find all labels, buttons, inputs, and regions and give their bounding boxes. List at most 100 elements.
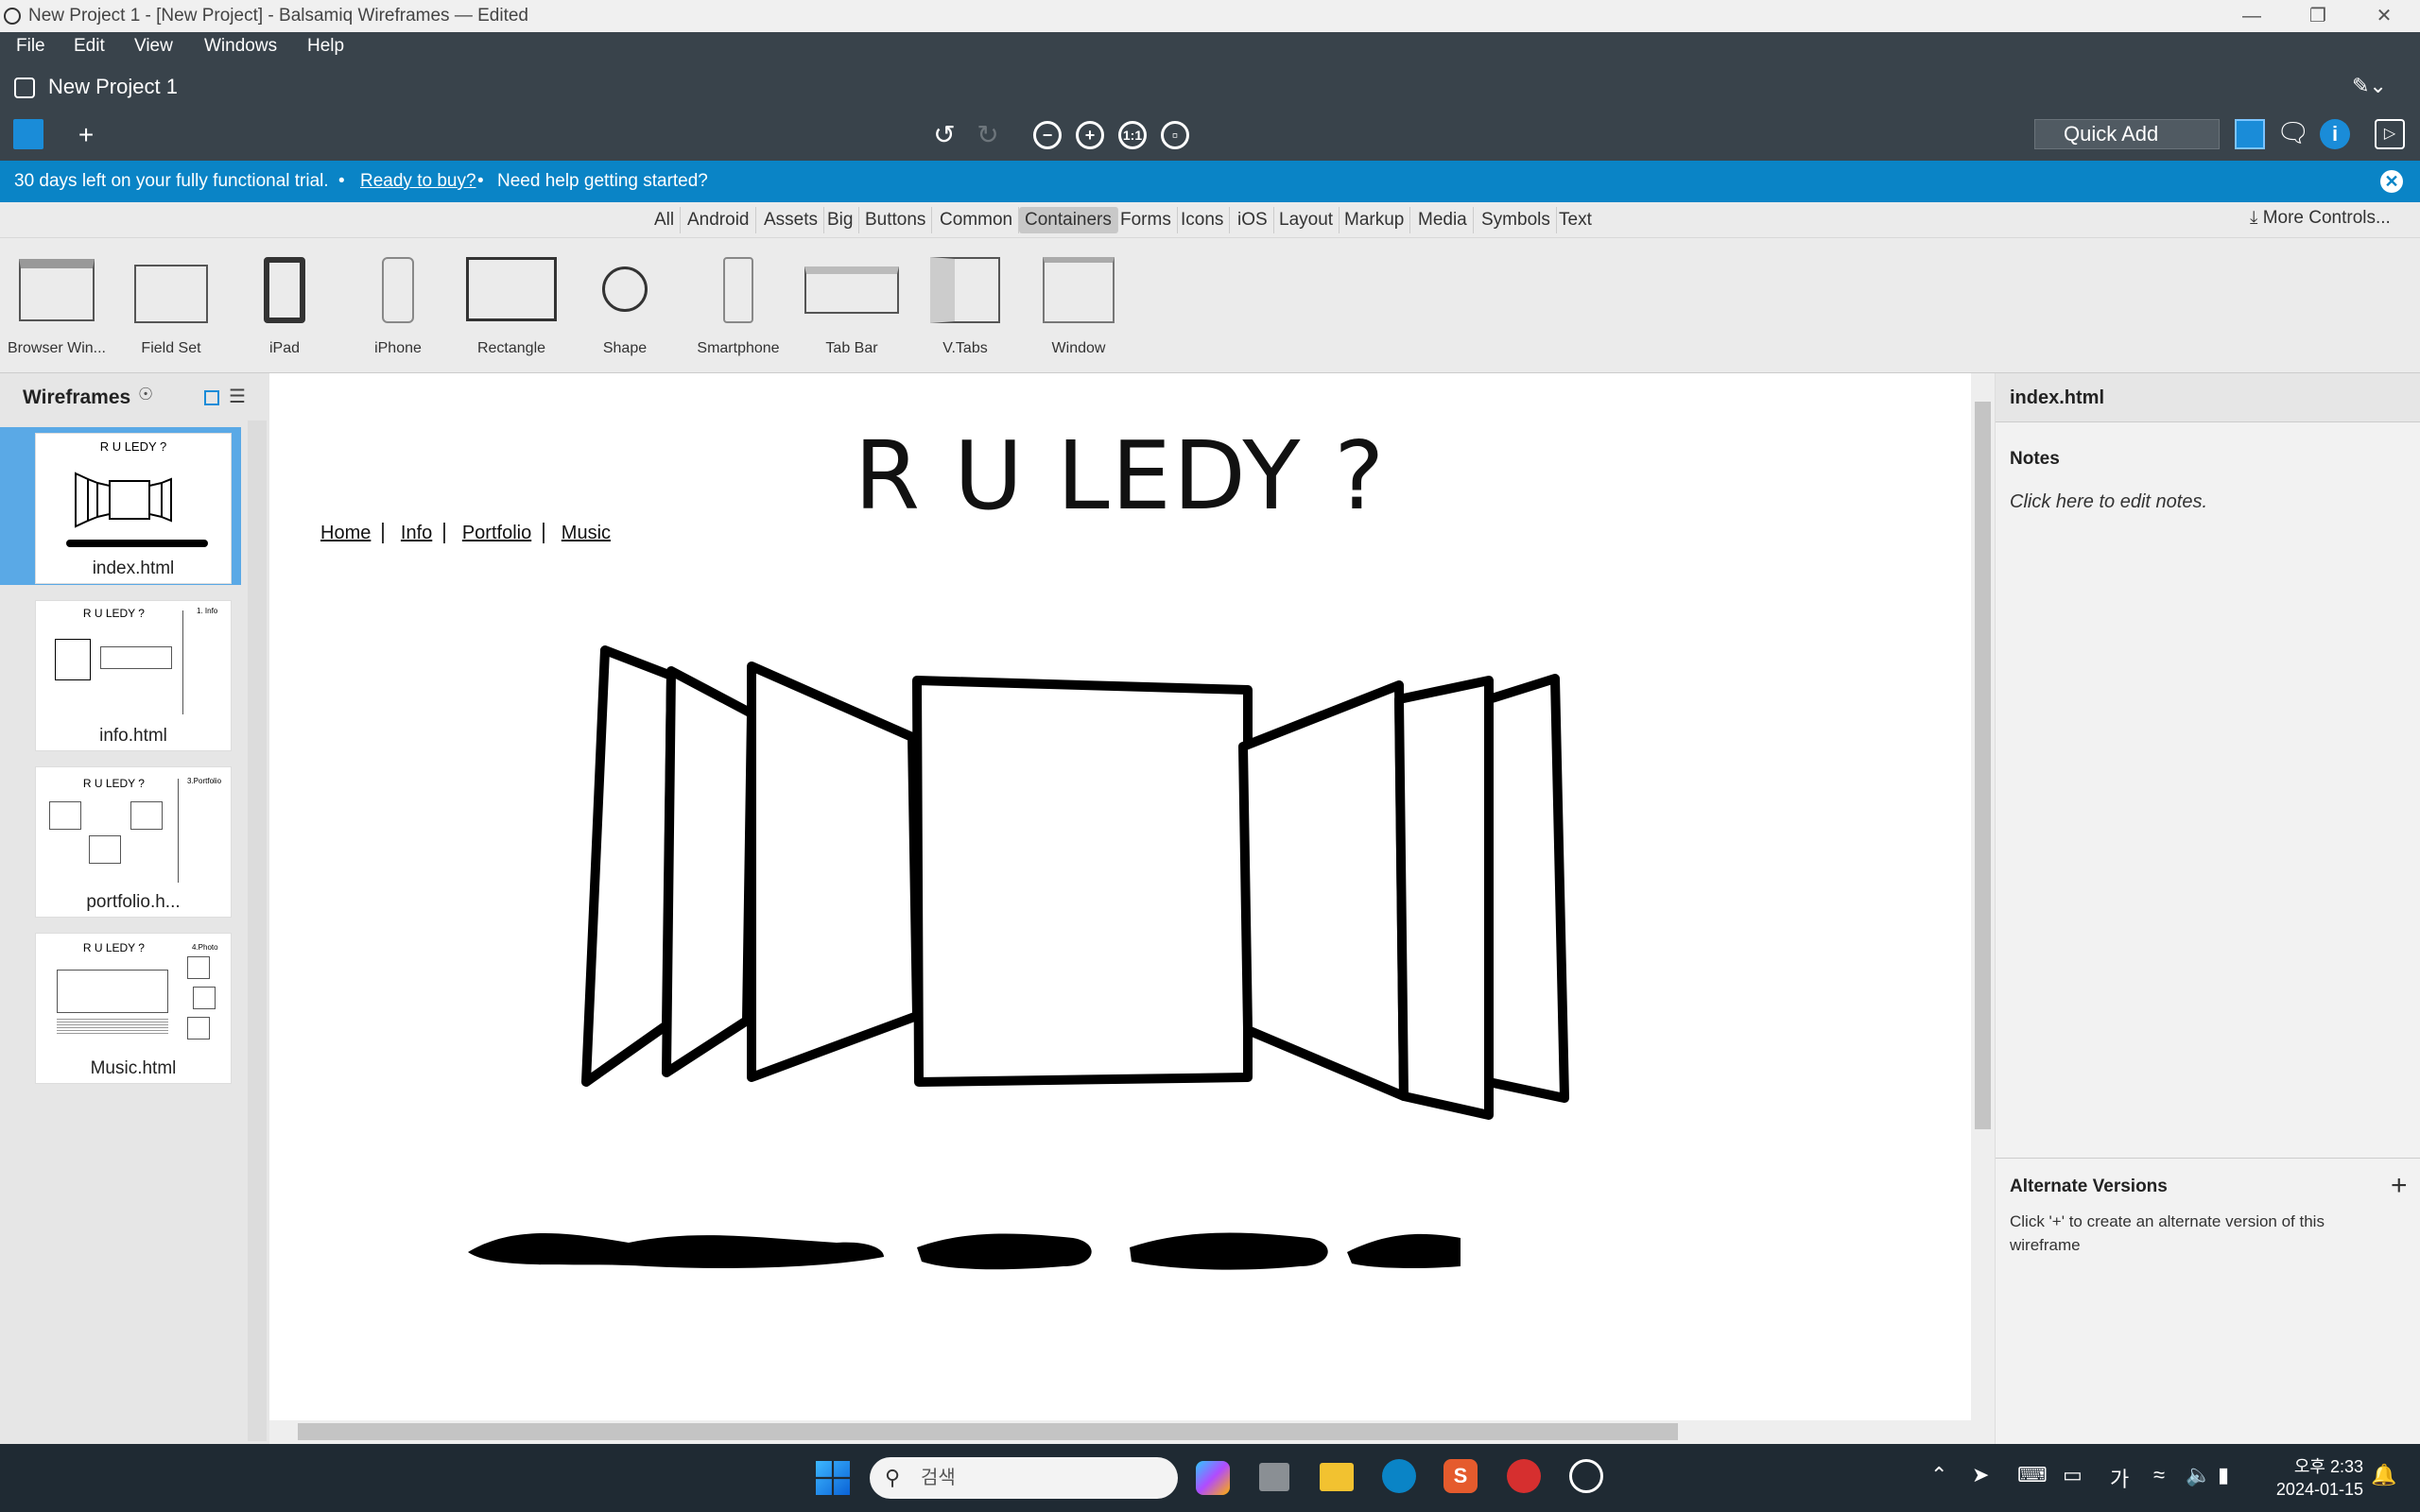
wireframe-thumb-info[interactable]: R U LEDY ? 1. Info info.html: [35, 600, 232, 751]
lib-smartphone[interactable]: Smartphone: [682, 257, 795, 356]
battery-icon[interactable]: ▮: [2218, 1463, 2229, 1487]
cat-containers[interactable]: Containers: [1019, 207, 1118, 233]
lib-shape[interactable]: Shape: [568, 257, 682, 356]
thumb-text-lines: [57, 1019, 168, 1036]
ime-indicator[interactable]: 가: [2110, 1463, 2129, 1493]
thumb-side-label: 4.Photo: [192, 943, 218, 952]
cat-layout[interactable]: Layout: [1273, 207, 1340, 233]
smartphone-thumb: [723, 257, 753, 323]
add-wireframe-icon[interactable]: +: [70, 119, 102, 151]
quick-add-input[interactable]: Quick Add: [2034, 119, 2220, 149]
cat-assets[interactable]: Assets: [758, 207, 825, 233]
lib-iphone[interactable]: iPhone: [341, 257, 455, 356]
redo-icon[interactable]: ↻: [972, 119, 1004, 151]
cat-ios[interactable]: iOS: [1232, 207, 1274, 233]
file-explorer-icon[interactable]: [1320, 1463, 1354, 1491]
menu-view[interactable]: View: [134, 36, 173, 57]
field-set-thumb: [134, 265, 208, 323]
notes-text[interactable]: Click here to edit notes.: [2010, 491, 2207, 513]
volume-icon[interactable]: 🔈: [2186, 1463, 2211, 1487]
h-scroll-thumb[interactable]: [298, 1423, 1678, 1440]
zoom-in-icon[interactable]: +: [1076, 121, 1104, 149]
zoom-fit-icon[interactable]: ▫: [1161, 121, 1189, 149]
zoom-out-icon[interactable]: −: [1033, 121, 1062, 149]
cat-icons[interactable]: Icons: [1175, 207, 1231, 233]
cat-common[interactable]: Common: [934, 207, 1020, 233]
comments-icon[interactable]: 🗨: [2276, 117, 2310, 148]
clock-date[interactable]: 2024-01-15: [2269, 1480, 2363, 1500]
menu-windows[interactable]: Windows: [204, 36, 277, 57]
horizontal-scrollbar[interactable]: [269, 1420, 1971, 1444]
cat-buttons[interactable]: Buttons: [859, 207, 933, 233]
cat-media[interactable]: Media: [1412, 207, 1474, 233]
ready-to-buy-link[interactable]: Ready to buy?: [360, 161, 476, 202]
cat-symbols[interactable]: Symbols: [1476, 207, 1557, 233]
cat-text[interactable]: Text: [1553, 207, 1598, 233]
left-scrollbar[interactable]: [248, 421, 267, 1441]
clock-time[interactable]: 오후 2:33: [2269, 1453, 2363, 1478]
lib-label: Window: [1051, 340, 1106, 356]
lib-vtabs[interactable]: V.Tabs: [908, 257, 1022, 356]
more-controls-button[interactable]: ⤓ More Controls...: [2250, 208, 2391, 229]
thumb-side-label: 1. Info: [197, 607, 218, 615]
v-scroll-thumb[interactable]: [1975, 402, 1991, 1129]
thumbnail-view-icon[interactable]: [204, 390, 219, 405]
presentation-icon[interactable]: ▷: [2375, 119, 2405, 149]
restore-icon[interactable]: ❐: [2285, 0, 2351, 32]
taskbar-search[interactable]: ⚲ 검색: [870, 1457, 1178, 1499]
tray-chevron-icon[interactable]: ⌃: [1930, 1463, 1947, 1487]
wireframe-thumb-portfolio[interactable]: R U LEDY ? 3.Portfolio portfolio.h...: [35, 766, 232, 918]
search-placeholder: 검색: [921, 1468, 956, 1488]
thumb-image-2: [193, 987, 216, 1009]
thumb-image-3: [89, 835, 121, 864]
menu-file[interactable]: File: [16, 36, 45, 57]
add-version-icon[interactable]: +: [2391, 1170, 2408, 1202]
task-view-icon[interactable]: [1259, 1463, 1289, 1491]
edge-icon[interactable]: [1382, 1459, 1416, 1493]
cat-all[interactable]: All: [648, 207, 682, 233]
lib-tab-bar[interactable]: Tab Bar: [795, 257, 908, 356]
wireframe-thumb-index[interactable]: R U LEDY ? index.html: [35, 433, 232, 584]
ui-library-icon[interactable]: [2235, 119, 2265, 149]
keyboard-icon[interactable]: ⌨: [2017, 1463, 2048, 1487]
cat-android[interactable]: Android: [682, 207, 756, 233]
minimize-icon[interactable]: —: [2219, 0, 2285, 32]
sitemap-icon[interactable]: ☉: [138, 385, 153, 404]
thumb-title: R U LEDY ?: [82, 941, 145, 954]
app-s-icon[interactable]: S: [1443, 1459, 1478, 1493]
close-window-icon[interactable]: ✕: [2351, 0, 2417, 32]
send-icon[interactable]: ➤: [1972, 1463, 1989, 1487]
edit-pencil-icon[interactable]: ✎⌄: [2352, 74, 2387, 98]
tab-bar-thumb: [804, 266, 899, 314]
undo-icon[interactable]: ↺: [928, 119, 960, 151]
wifi-icon[interactable]: ≈: [2153, 1463, 2165, 1487]
wireframe-canvas[interactable]: R U LEDY ? Home Info Portfolio Music: [269, 373, 1995, 1444]
menu-help[interactable]: Help: [307, 36, 344, 57]
thumb-textbox: [100, 646, 172, 669]
app-red-icon[interactable]: [1507, 1459, 1541, 1493]
copilot-icon[interactable]: [1196, 1461, 1230, 1495]
list-view-icon[interactable]: ☰: [229, 385, 246, 408]
search-icon: ⚲: [885, 1466, 901, 1489]
navigator-toggle-icon[interactable]: [13, 119, 43, 149]
vertical-scrollbar-track[interactable]: [1971, 373, 1995, 1444]
zoom-actual-icon[interactable]: 1:1: [1118, 121, 1147, 149]
help-link[interactable]: Need help getting started?: [497, 161, 708, 202]
cat-big[interactable]: Big: [821, 207, 860, 233]
lib-window[interactable]: Window: [1022, 257, 1135, 356]
balsamiq-icon[interactable]: [1569, 1459, 1603, 1493]
window-title: New Project 1 - [New Project] - Balsamiq…: [28, 6, 528, 26]
lib-rectangle[interactable]: Rectangle: [455, 257, 568, 356]
menu-edit[interactable]: Edit: [74, 36, 105, 57]
start-icon[interactable]: [816, 1461, 850, 1495]
cat-forms[interactable]: Forms: [1115, 207, 1178, 233]
lib-field-set[interactable]: Field Set: [114, 257, 228, 356]
cat-markup[interactable]: Markup: [1339, 207, 1411, 233]
close-banner-icon[interactable]: ✕: [2380, 170, 2403, 193]
lib-ipad[interactable]: iPad: [228, 257, 341, 356]
info-icon[interactable]: i: [2320, 119, 2350, 149]
wireframe-thumb-music[interactable]: R U LEDY ? 4.Photo Music.html: [35, 933, 232, 1084]
display-icon[interactable]: ▭: [2063, 1463, 2083, 1487]
notification-bell-icon[interactable]: 🔔: [2371, 1463, 2396, 1487]
lib-browser-window[interactable]: Browser Win...: [0, 257, 113, 356]
